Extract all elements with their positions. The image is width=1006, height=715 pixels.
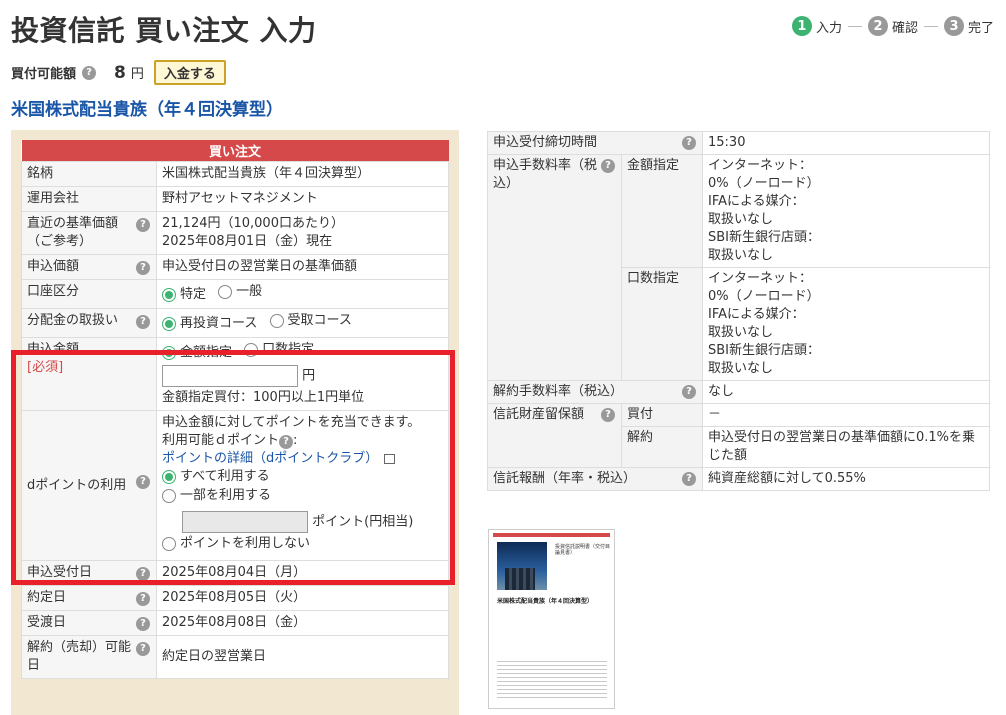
cancel-fee-label: 解約手数料率（税込）?	[487, 380, 703, 404]
order-form-header: 買い注文	[21, 140, 449, 162]
row-label-apply-date: 申込受付日?	[21, 560, 157, 586]
question-circle-icon[interactable]: ?	[279, 435, 294, 449]
row-label-delivery-date: 受渡日?	[21, 610, 157, 636]
external-link-icon	[384, 453, 396, 464]
step-indicator: 1 入力 2 確認 3 完了	[791, 16, 994, 36]
balance-amount: 8	[114, 62, 126, 83]
account-general-radio[interactable]: 一般	[218, 283, 262, 301]
row-label-dpoint: dポイントの利用?	[21, 410, 157, 561]
order-form-table: 買い注文 銘柄 米国株式配当貴族（年４回決算型） 運用会社 野村アセットマネジメ…	[21, 140, 449, 679]
question-circle-icon[interactable]: ?	[601, 159, 615, 173]
use-all-points-radio[interactable]: すべて利用する	[162, 468, 270, 486]
amount-note: 金額指定買付：100円以上1円単位	[162, 390, 365, 405]
row-label-sell-date: 解約（売却）可能日?	[21, 635, 157, 679]
page-title: 投資信託 買い注文 入力	[11, 14, 317, 47]
reserve-label: 信託財産留保額?	[487, 403, 622, 468]
receive-radio[interactable]: 受取コース	[269, 312, 352, 330]
question-circle-icon[interactable]: ?	[682, 385, 696, 399]
question-circle-icon[interactable]: ?	[136, 567, 150, 581]
deadline-label: 申込受付締切時間?	[487, 131, 703, 155]
row-label-account: 口座区分	[21, 279, 157, 309]
step-complete: 3 完了	[943, 16, 994, 36]
row-label-nav: 直近の基準価額（ご参考）?	[21, 211, 157, 255]
point-amount-input[interactable]	[182, 511, 308, 533]
amount-spec-radio[interactable]: 金額指定	[162, 344, 232, 362]
row-label-amount: 申込金額 [必須]	[21, 337, 157, 411]
fee-count-label: 口数指定	[621, 267, 703, 381]
reserve-buy-label: 買付	[621, 403, 703, 427]
account-specific-radio[interactable]: 特定	[162, 286, 206, 304]
row-label-brand: 銘柄	[21, 161, 157, 187]
question-circle-icon[interactable]: ?	[136, 617, 150, 631]
row-label-dividend: 分配金の取扱い?	[21, 308, 157, 338]
no-points-radio[interactable]: ポイントを利用しない	[162, 535, 310, 553]
nav-value: 21,124円（10,000口あたり） 2025年08月01日（金）現在	[156, 211, 449, 255]
use-partial-points-radio[interactable]: 一部を利用する	[162, 487, 271, 505]
question-circle-icon[interactable]: ?	[82, 65, 97, 80]
reserve-buy-value: －	[702, 403, 990, 427]
balance-label: 買付可能額	[11, 67, 77, 82]
fee-count-value: インターネット： 0%（ノーロード） IFAによる媒介： 取扱いなし SBI新生銀行…	[702, 267, 990, 381]
row-label-contract-date: 約定日?	[21, 585, 157, 611]
question-circle-icon[interactable]: ?	[601, 408, 615, 422]
delivery-date-value: 2025年08月08日（金）	[156, 610, 449, 636]
fee-amount-value: インターネット： 0%（ノーロード） IFAによる媒介： 取扱いなし SBI新生銀行…	[702, 154, 990, 268]
dpoint-available-label: 利用可能ｄポイント	[162, 433, 280, 448]
question-circle-icon[interactable]: ?	[136, 315, 150, 329]
fund-name-link[interactable]: 米国株式配当貴族（年４回決算型）	[11, 95, 283, 120]
contract-date-value: 2025年08月05日（火）	[156, 585, 449, 611]
apply-date-value: 2025年08月04日（月）	[156, 560, 449, 586]
fee-label: 申込手数料率（税込）?	[487, 154, 622, 381]
row-label-company: 運用会社	[21, 186, 157, 212]
dpoint-desc: 申込金額に対してポイントを充当できます。	[162, 415, 421, 430]
deadline-value: 15:30	[702, 131, 990, 155]
trust-fee-label: 信託報酬（年率・税込）?	[487, 467, 703, 491]
step-confirm: 2 確認	[867, 16, 918, 36]
question-circle-icon[interactable]: ?	[136, 642, 150, 656]
dpoint-cell: 申込金額に対してポイントを充当できます。 利用可能ｄポイント?: ポイントの詳細…	[156, 410, 449, 561]
account-radios: 特定 一般	[156, 279, 449, 309]
deposit-button[interactable]: 入金する	[153, 60, 226, 85]
reinvest-radio[interactable]: 再投資コース	[162, 315, 257, 333]
cancel-fee-value: なし	[702, 380, 990, 404]
reserve-sell-label: 解約	[621, 426, 703, 468]
trust-fee-value: 純資産総額に対して0.55%	[702, 467, 990, 491]
prospectus-cover-image	[497, 542, 547, 590]
row-label-price: 申込価額?	[21, 254, 157, 280]
balance-area: 買付可能額 ? 8 円 入金する	[11, 60, 226, 85]
question-circle-icon[interactable]: ?	[136, 592, 150, 606]
sell-date-value: 約定日の翌営業日	[156, 635, 449, 679]
amount-input[interactable]	[162, 365, 298, 387]
fund-info-table: 申込受付締切時間? 15:30 申込手数料率（税込）? 金額指定 インターネット…	[487, 131, 990, 491]
prospectus-thumbnail[interactable]: 投資信託説明書（交付目論見書） 米国株式配当貴族（年４回決算型）	[488, 529, 615, 709]
amount-cell: 金額指定 口数指定 円 金額指定買付：100円以上1円単位	[156, 337, 449, 411]
order-form-panel: 買い注文 銘柄 米国株式配当貴族（年４回決算型） 運用会社 野村アセットマネジメ…	[11, 130, 459, 715]
dpoint-detail-link[interactable]: ポイントの詳細（dポイントクラブ）	[162, 451, 378, 466]
brand-value: 米国株式配当貴族（年４回決算型）	[156, 161, 449, 187]
units-spec-radio[interactable]: 口数指定	[244, 341, 314, 359]
question-circle-icon[interactable]: ?	[136, 261, 150, 275]
dividend-radios: 再投資コース 受取コース	[156, 308, 449, 338]
reserve-sell-value: 申込受付日の翌営業日の基準価額に0.1%を乗じた額	[702, 426, 990, 468]
question-circle-icon[interactable]: ?	[682, 136, 696, 150]
balance-unit: 円	[130, 67, 144, 82]
price-value: 申込受付日の翌営業日の基準価額	[156, 254, 449, 280]
question-circle-icon[interactable]: ?	[136, 475, 150, 489]
question-circle-icon[interactable]: ?	[136, 218, 150, 232]
step-input: 1 入力	[791, 16, 842, 36]
company-value: 野村アセットマネジメント	[156, 186, 449, 212]
question-circle-icon[interactable]: ?	[682, 472, 696, 486]
fee-amount-label: 金額指定	[621, 154, 703, 268]
